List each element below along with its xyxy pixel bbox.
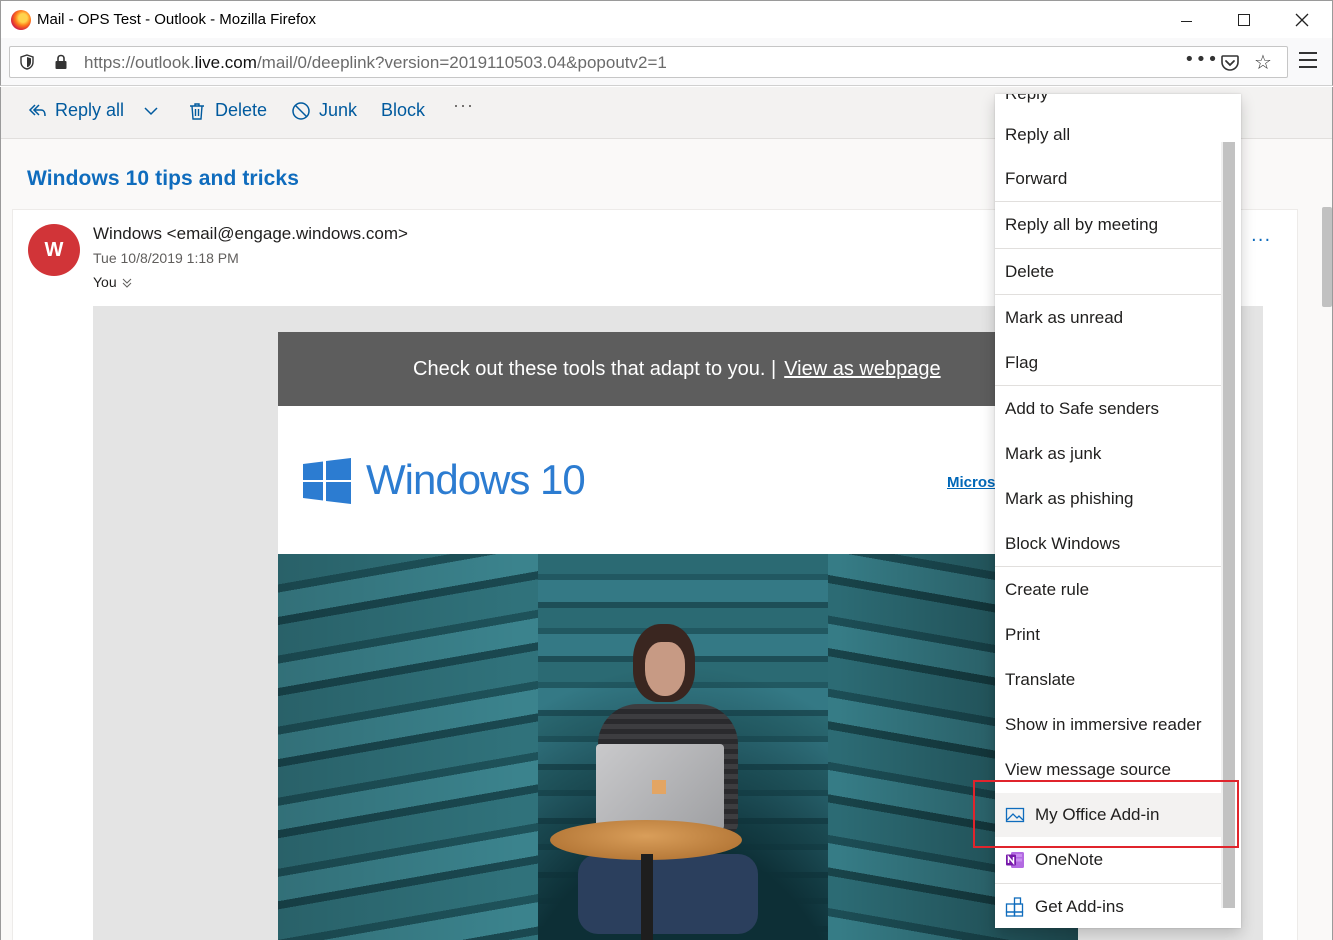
reply-all-icon [28,103,46,116]
firefox-logo-icon [11,10,31,30]
trash-icon [190,102,204,120]
tracking-shield-icon[interactable] [20,54,34,70]
block-circle-icon [292,101,310,120]
browser-toolbar: https://outlook.live.com/mail/0/deeplink… [0,38,1333,86]
reply-all-button[interactable]: Reply all [27,100,124,121]
highlight-annotation-box [973,780,1239,848]
menu-item-mark-as-junk[interactable]: Mark as junk [995,432,1221,476]
hero-image [278,554,1078,940]
menu-item-delete[interactable]: Delete [995,250,1221,294]
bookmark-star-icon[interactable]: ☆ [1254,51,1276,73]
menu-item-add-to-safe-senders[interactable]: Add to Safe senders [995,387,1221,431]
menu-item-translate[interactable]: Translate [995,658,1221,702]
get-addins-grid-icon [1005,897,1024,917]
window-titlebar: Mail - OPS Test - Outlook - Mozilla Fire… [0,0,1333,38]
email-banner: Check out these tools that adapt to you.… [278,332,1078,406]
close-window-button[interactable] [1273,1,1331,39]
banner-message: Check out these tools that adapt to you.… [413,358,777,380]
recipient-label: You [93,274,117,290]
chevron-down-icon [144,107,158,116]
delete-label: Delete [215,100,268,120]
hamburger-menu-icon[interactable] [1299,52,1317,70]
email-logo-header: Windows 10 Micros [278,406,1078,554]
menu-item-print[interactable]: Print [995,613,1221,657]
block-button[interactable]: Block [381,100,425,121]
view-as-webpage-link[interactable]: View as webpage [784,358,940,380]
menu-item-mark-as-unread[interactable]: Mark as unread [995,296,1221,340]
message-date: Tue 10/8/2019 1:18 PM [93,250,239,266]
banner-text: Check out these tools that adapt to you.… [413,358,941,381]
menu-item-mark-as-phishing[interactable]: Mark as phishing [995,477,1221,521]
message-subject: Windows 10 tips and tricks [27,167,299,190]
page-actions-button[interactable]: ••• [1184,49,1219,70]
minimize-button[interactable] [1157,1,1215,39]
menu-item-forward[interactable]: Forward [995,157,1221,201]
message-more-actions-button[interactable]: ··· [1251,230,1271,251]
menu-item-reply-all[interactable]: Reply all [995,113,1221,157]
delete-button[interactable]: Delete [187,100,267,121]
recipients[interactable]: You [93,274,133,290]
more-actions-button[interactable]: ··· [453,95,474,116]
menu-item-block-sender[interactable]: Block Windows [995,522,1221,566]
lock-icon[interactable] [54,54,68,70]
onenote-label: OneNote [1035,850,1104,869]
onenote-icon [1006,852,1024,868]
junk-label: Junk [319,100,358,120]
menu-item-create-rule[interactable]: Create rule [995,568,1221,612]
menu-item-flag[interactable]: Flag [995,341,1221,385]
reply-all-label: Reply all [55,100,125,120]
sender-name[interactable]: Windows <email@engage.windows.com> [93,224,408,244]
junk-button[interactable]: Junk [291,100,357,121]
address-bar[interactable]: https://outlook.live.com/mail/0/deeplink… [9,46,1288,78]
menu-item-get-addins[interactable]: Get Add-ins [995,885,1221,928]
microsoft-link[interactable]: Micros [947,474,995,491]
chevron-double-down-icon[interactable] [121,277,133,289]
get-addins-label: Get Add-ins [1035,897,1124,916]
close-icon [1295,13,1309,27]
url-text[interactable]: https://outlook.live.com/mail/0/deeplink… [84,53,667,73]
window-title: Mail - OPS Test - Outlook - Mozilla Fire… [37,11,316,28]
block-label: Block [381,100,426,120]
menu-item-immersive-reader[interactable]: Show in immersive reader [995,703,1221,747]
pocket-icon[interactable] [1220,53,1240,73]
windows-10-logo-text: Windows 10 [366,456,586,503]
maximize-button[interactable] [1215,1,1273,39]
sender-avatar[interactable]: W [28,224,80,276]
page-scrollbar[interactable] [1322,207,1332,307]
reply-options-dropdown[interactable] [143,103,159,119]
windows-logo-icon [303,458,351,504]
menu-item-reply-all-by-meeting[interactable]: Reply all by meeting [995,203,1221,247]
